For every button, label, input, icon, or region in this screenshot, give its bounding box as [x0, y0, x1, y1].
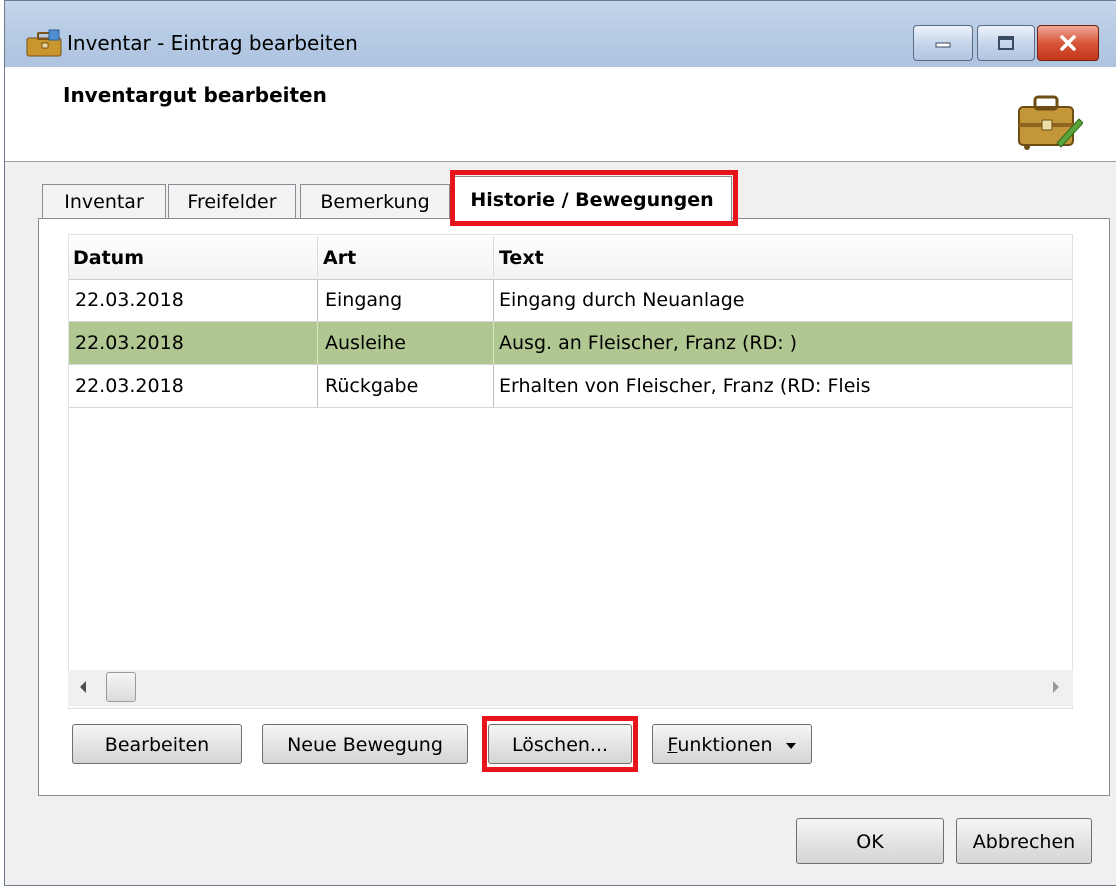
table-row[interactable]: 22.03.2018 Eingang Eingang durch Neuanla… [69, 279, 1072, 322]
tab-label: Bemerkung [320, 191, 430, 213]
tab-inventar[interactable]: Inventar [42, 184, 166, 220]
functions-accelerator: F [667, 734, 678, 756]
history-grid[interactable]: Datum Art Text 22.03.2018 Eingang Eingan… [68, 234, 1073, 709]
scroll-right-arrow-icon[interactable] [1051, 680, 1061, 694]
briefcase-icon [1018, 95, 1083, 150]
cell-art: Eingang [325, 289, 403, 311]
cell-separator [493, 365, 494, 407]
title-bar[interactable]: Inventar - Eintrag bearbeiten [5, 1, 1116, 67]
dialog-header: Inventargut bearbeiten [5, 67, 1116, 162]
cell-text: Eingang durch Neuanlage [499, 289, 745, 311]
tab-label: Freifelder [187, 191, 277, 213]
header-title: Inventargut bearbeiten [63, 83, 327, 107]
minimize-icon [935, 42, 951, 48]
scroll-left-arrow-icon[interactable] [78, 680, 88, 694]
cell-art: Rückgabe [325, 375, 419, 397]
cell-text: Ausg. an Fleischer, Franz (RD: ) [499, 332, 798, 354]
table-row-selected[interactable]: 22.03.2018 Ausleihe Ausg. an Fleischer, … [69, 322, 1072, 365]
tab-bemerkung[interactable]: Bemerkung [300, 184, 450, 220]
cell-text: Erhalten von Fleischer, Franz (RD: Fleis [499, 375, 871, 397]
tab-label: Historie / Bewegungen [470, 189, 714, 211]
cell-separator [493, 279, 494, 321]
inventory-app-icon [26, 29, 62, 57]
delete-button[interactable]: Löschen... [488, 724, 632, 764]
ok-button[interactable]: OK [796, 818, 944, 864]
close-button[interactable] [1037, 25, 1099, 61]
maximize-icon [998, 36, 1014, 50]
new-movement-button[interactable]: Neue Bewegung [262, 724, 468, 764]
maximize-button[interactable] [977, 25, 1035, 61]
tab-historie-bewegungen[interactable]: Historie / Bewegungen [452, 176, 732, 222]
close-icon [1060, 35, 1076, 51]
grid-header: Datum Art Text [69, 235, 1072, 280]
column-separator [493, 237, 494, 277]
minimize-button[interactable] [913, 25, 973, 61]
column-separator [317, 237, 318, 277]
functions-dropdown-button[interactable]: Funktionen [652, 724, 812, 764]
functions-label: unktionen [677, 734, 773, 756]
cell-datum: 22.03.2018 [75, 375, 184, 397]
cell-separator [317, 279, 318, 321]
cell-datum: 22.03.2018 [75, 332, 184, 354]
cancel-button[interactable]: Abbrechen [956, 818, 1092, 864]
tab-freifelder[interactable]: Freifelder [168, 184, 296, 220]
scroll-thumb[interactable] [106, 672, 136, 702]
column-header-text[interactable]: Text [499, 247, 544, 269]
column-header-art[interactable]: Art [323, 247, 356, 269]
cell-separator [317, 365, 318, 407]
tab-label: Inventar [64, 191, 144, 213]
table-row[interactable]: 22.03.2018 Rückgabe Erhalten von Fleisch… [69, 365, 1072, 408]
cell-art: Ausleihe [325, 332, 406, 354]
cell-separator [493, 322, 494, 364]
edit-button[interactable]: Bearbeiten [72, 724, 242, 764]
column-header-datum[interactable]: Datum [73, 247, 144, 269]
cell-datum: 22.03.2018 [75, 289, 184, 311]
window-title: Inventar - Eintrag bearbeiten [67, 31, 358, 55]
dropdown-arrow-icon [785, 742, 796, 749]
horizontal-scrollbar[interactable] [68, 670, 1073, 706]
cell-separator [317, 322, 318, 364]
